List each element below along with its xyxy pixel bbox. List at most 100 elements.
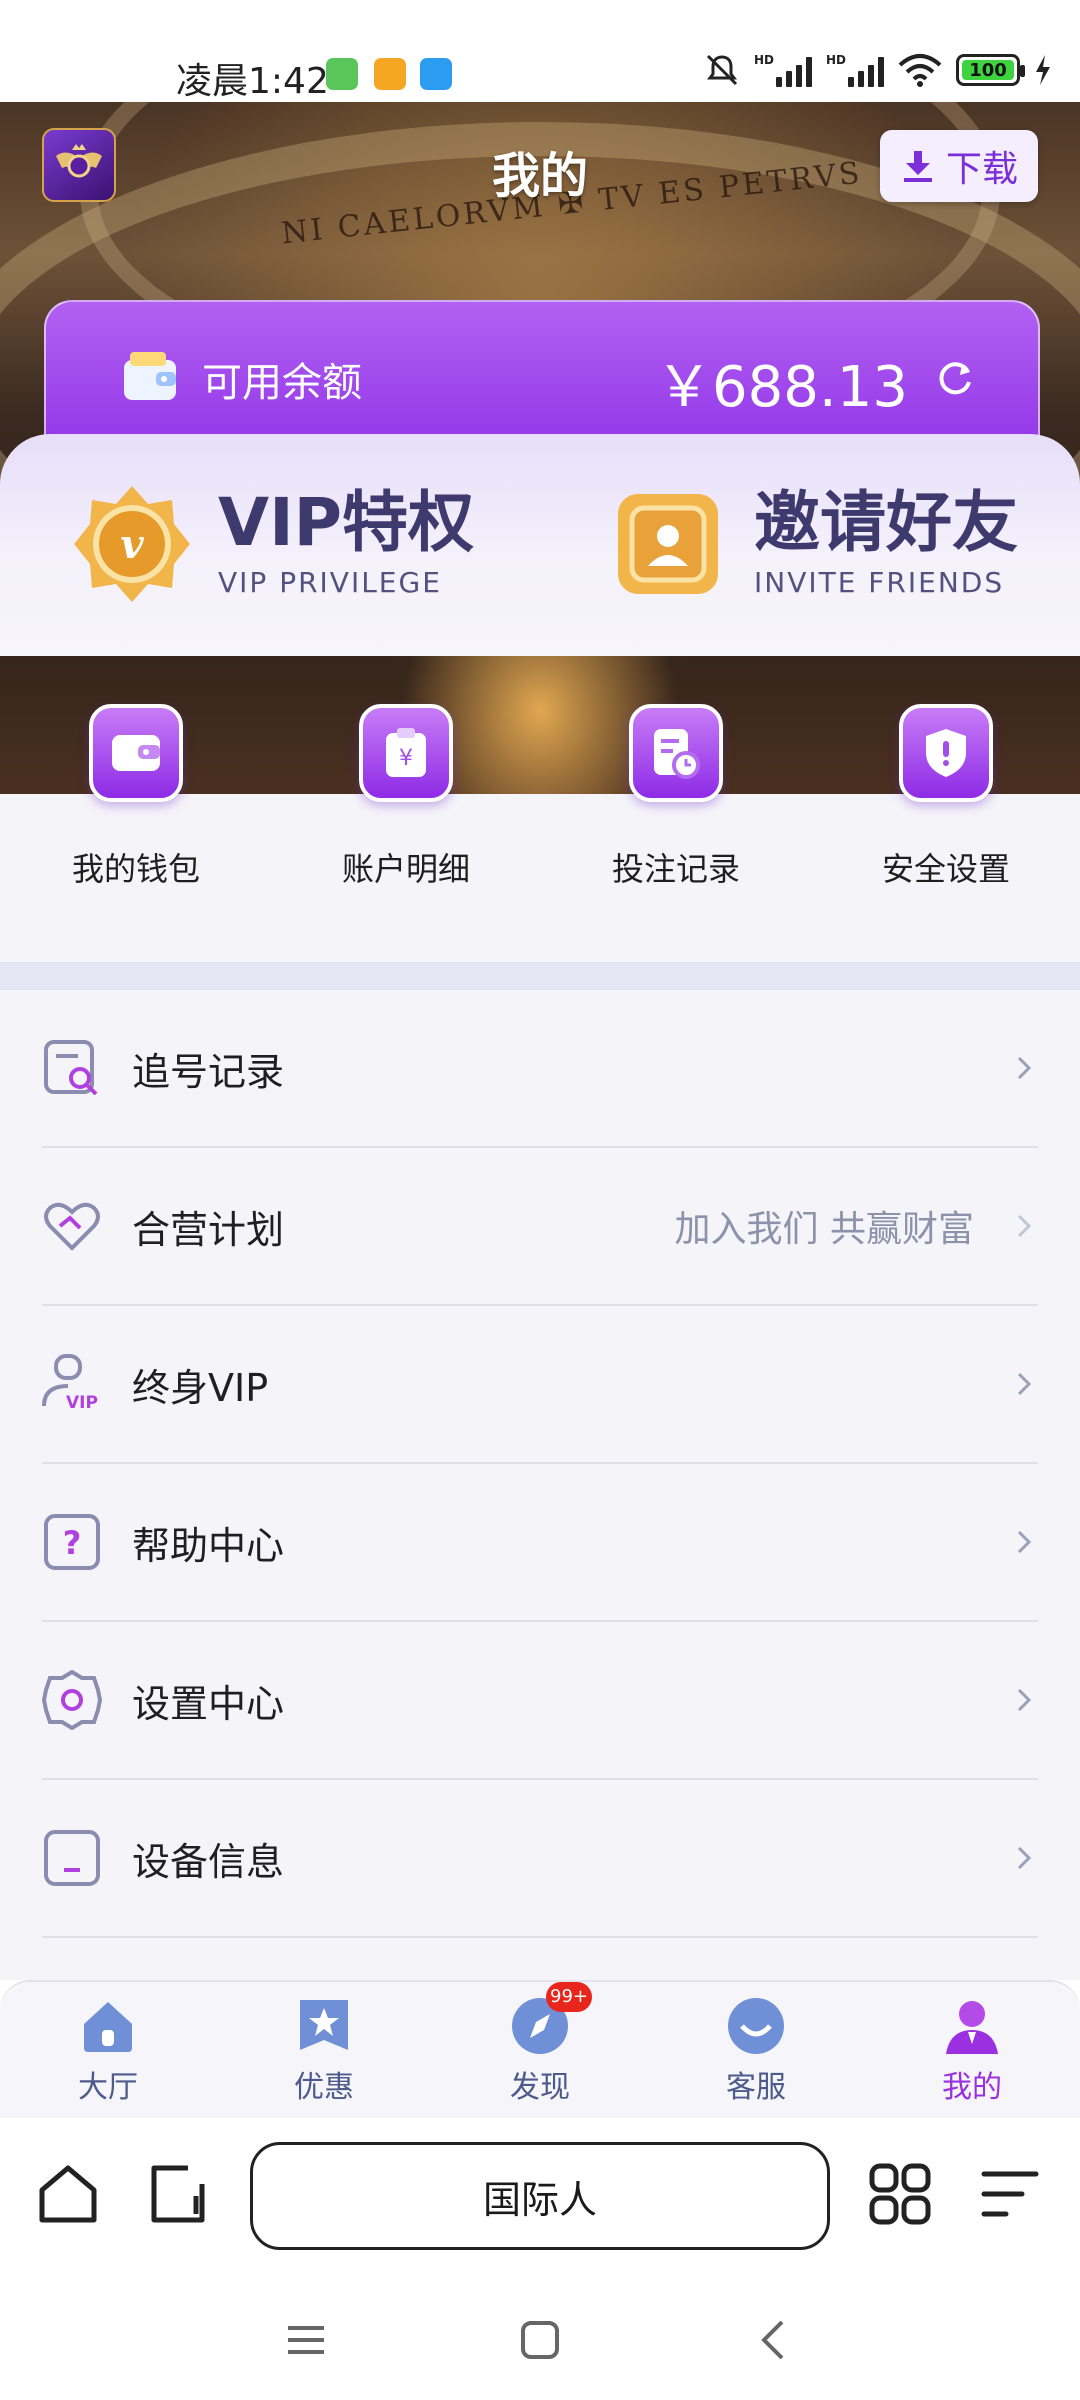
tab-label: 发现 <box>510 2070 570 2105</box>
menu-item-extra: 加入我们 共赢财富 <box>674 1209 974 1250</box>
chevron-right-icon <box>1017 1530 1032 1554</box>
quick-action-wallet[interactable]: 我的钱包 <box>26 704 246 890</box>
notification-app-icon <box>326 58 358 90</box>
menu-item-label: 设置中心 <box>132 1681 285 1726</box>
status-time: 凌晨1:42 <box>176 61 329 102</box>
invite-friends-title: 邀请好友 <box>754 483 1018 561</box>
menu-item-label: 帮助中心 <box>132 1523 285 1568</box>
menu-item-lifetime-vip[interactable]: VIP 终身VIP <box>42 1306 1038 1464</box>
download-label: 下载 <box>945 149 1018 190</box>
bell-muted-icon <box>706 54 738 86</box>
balance-label: 可用余额 <box>202 360 362 406</box>
vip-user-icon: VIP <box>42 1354 102 1414</box>
download-icon <box>903 151 932 182</box>
chevron-right-icon <box>1017 1688 1032 1712</box>
search-record-icon <box>42 1038 102 1098</box>
heart-handshake-icon <box>42 1196 102 1256</box>
vip-privilege-title: VIP特权 <box>218 483 475 561</box>
bet-record-icon <box>629 704 723 802</box>
bottom-tab-bar: 大厅 优惠 99+ 发现 客服 我的 <box>0 1980 1080 2118</box>
quick-action-label: 投注记录 <box>611 850 740 888</box>
quick-action-security[interactable]: 安全设置 <box>836 704 1056 890</box>
svg-text:¥: ¥ <box>399 746 413 771</box>
vip-privilege-card[interactable]: v VIP特权 VIP PRIVILEGE <box>70 482 474 606</box>
charging-bolt-icon <box>1036 55 1050 85</box>
tab-discover[interactable]: 99+ 发现 <box>432 1982 648 2106</box>
quick-action-account-details[interactable]: ¥ 账户明细 <box>296 704 516 890</box>
chevron-right-icon <box>1017 1214 1032 1238</box>
menu-item-settings-center[interactable]: 设置中心 <box>42 1622 1038 1780</box>
apps-grid-icon[interactable] <box>868 2162 932 2226</box>
back-icon[interactable] <box>752 2318 796 2362</box>
user-icon <box>942 1996 1002 2056</box>
refresh-icon[interactable] <box>932 356 976 400</box>
menu-item-device-info[interactable]: 设备信息 <box>42 1780 1038 1938</box>
signal-strength-icon: HD <box>754 53 812 87</box>
menu-lines-icon[interactable] <box>978 2162 1042 2226</box>
svg-text:v: v <box>120 521 144 568</box>
menu-item-help-center[interactable]: ? 帮助中心 <box>42 1464 1038 1622</box>
browser-toolbar: 国际人 <box>0 2118 1080 2278</box>
system-navigation-bar <box>0 2278 1080 2400</box>
quick-action-bet-records[interactable]: 投注记录 <box>566 704 786 890</box>
tab-label: 大厅 <box>78 2070 138 2105</box>
vip-badge-icon: v <box>74 486 190 602</box>
invite-friends-subtitle: INVITE FRIENDS <box>754 565 1005 599</box>
wallet-icon <box>89 704 183 802</box>
chat-icon <box>726 1996 786 2056</box>
tab-promotions[interactable]: 优惠 <box>216 1996 432 2106</box>
tab-customer-service[interactable]: 客服 <box>648 1996 864 2106</box>
question-icon: ? <box>42 1512 102 1572</box>
invite-friends-card[interactable]: 邀请好友 INVITE FRIENDS <box>606 482 1018 606</box>
notification-badge: 99+ <box>546 1982 592 2012</box>
yuan-clipboard-icon: ¥ <box>359 704 453 802</box>
device-icon <box>42 1828 102 1888</box>
menu-item-label: 设备信息 <box>132 1839 285 1884</box>
status-bar: 凌晨1:42 HD HD 100 <box>0 0 1080 102</box>
tab-lobby[interactable]: 大厅 <box>0 1996 216 2106</box>
vip-privilege-subtitle: VIP PRIVILEGE <box>218 565 442 599</box>
compass-icon: 99+ <box>510 1982 592 2056</box>
menu-item-partnership[interactable]: 合营计划 加入我们 共赢财富 <box>42 1148 1038 1306</box>
shield-icon <box>899 704 993 802</box>
quick-action-label: 我的钱包 <box>71 850 200 888</box>
battery-icon: 100 <box>956 54 1025 86</box>
signal-strength-icon: HD <box>826 53 884 87</box>
signal-hd-label: HD <box>753 53 774 67</box>
quick-action-label: 账户明细 <box>341 850 470 888</box>
balance-amount: ￥688.13 <box>656 355 908 420</box>
notification-upload-icon <box>420 58 452 90</box>
address-bar-text: 国际人 <box>482 2177 597 2222</box>
tab-label: 优惠 <box>294 2070 354 2105</box>
quick-actions: 我的钱包 ¥ 账户明细 投注记录 安全设置 <box>0 656 1080 888</box>
chevron-right-icon <box>1017 1372 1032 1396</box>
notification-app-icon <box>374 58 406 90</box>
tab-label: 客服 <box>726 2070 786 2105</box>
quick-action-label: 安全设置 <box>881 850 1010 888</box>
browser-home-icon[interactable] <box>36 2162 100 2226</box>
home-icon <box>78 1996 138 2056</box>
download-button[interactable]: 下载 <box>880 130 1038 202</box>
gear-icon <box>42 1670 102 1730</box>
star-icon <box>294 1996 354 2056</box>
menu-item-label: 合营计划 <box>132 1207 285 1252</box>
battery-level: 100 <box>969 59 1007 81</box>
chevron-right-icon <box>1017 1846 1032 1870</box>
chevron-right-icon <box>1017 1056 1032 1080</box>
wallet-icon <box>124 352 176 400</box>
home-nav-icon[interactable] <box>518 2318 562 2362</box>
menu-item-label: 终身VIP <box>132 1365 269 1410</box>
address-bar[interactable]: 国际人 <box>250 2142 830 2250</box>
invite-badge-icon <box>618 494 718 594</box>
tab-label: 我的 <box>942 2070 1002 2105</box>
section-divider <box>0 962 1080 990</box>
browser-tabs-icon[interactable] <box>146 2162 210 2226</box>
menu-item-label: 追号记录 <box>132 1049 285 1094</box>
wifi-icon <box>898 54 942 87</box>
menu-list: 追号记录 合营计划 加入我们 共赢财富 VIP 终身VIP ? 帮助中心 设置中… <box>0 990 1080 1980</box>
menu-item-chase-records[interactable]: 追号记录 <box>42 990 1038 1148</box>
signal-hd-label: HD <box>825 53 846 67</box>
tab-mine[interactable]: 我的 <box>864 1996 1080 2106</box>
recent-apps-icon[interactable] <box>284 2318 328 2362</box>
privilege-panel: v VIP特权 VIP PRIVILEGE 邀请好友 INVITE FRIEND… <box>0 434 1080 656</box>
